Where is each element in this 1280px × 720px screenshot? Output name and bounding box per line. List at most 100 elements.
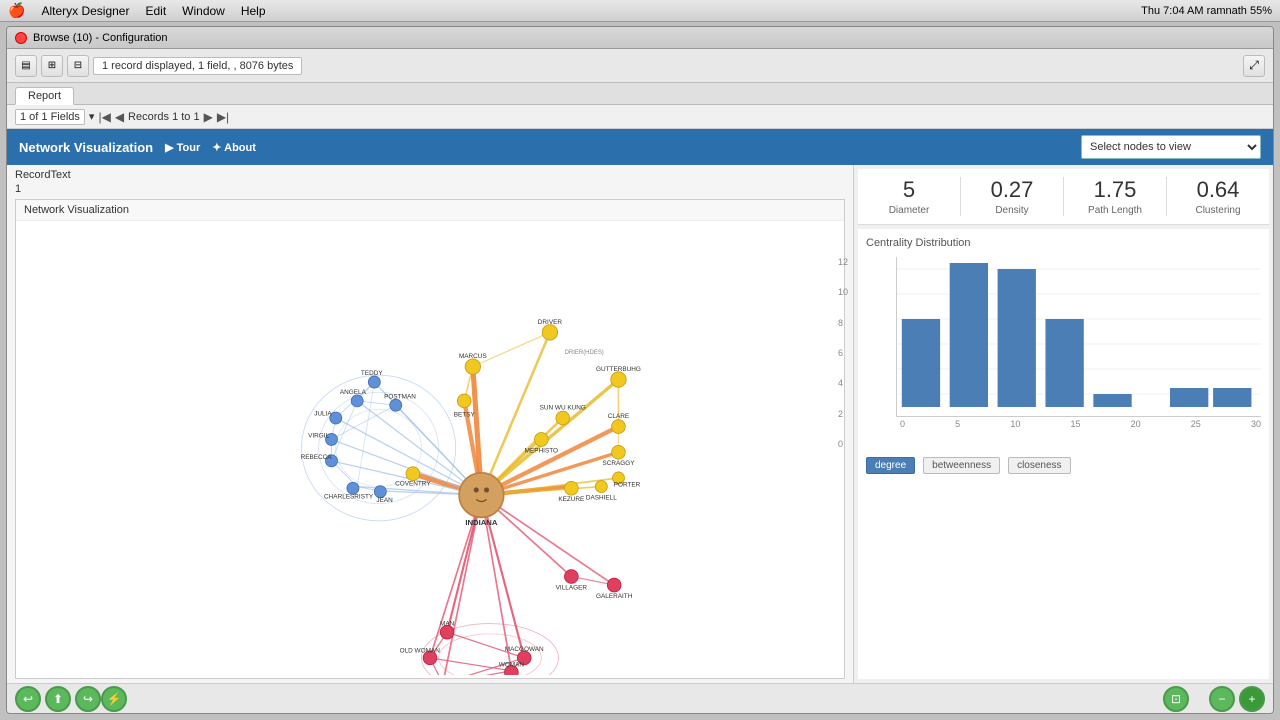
apple-menu[interactable]: 🍎 [8, 2, 25, 19]
window-title: Browse (10) - Configuration [33, 32, 168, 44]
viz-main-title: Network Visualization [19, 140, 153, 155]
toolbar-icon-2[interactable]: ⊞ [41, 55, 63, 77]
svg-text:KEZURE: KEZURE [558, 496, 584, 503]
toolbar: ▤ ⊞ ⊟ 1 record displayed, 1 field, , 807… [7, 49, 1273, 83]
bottom-btn-zoom-in[interactable]: + [1239, 686, 1265, 712]
stat-path-length-value: 1.75 [1064, 177, 1166, 203]
nav-first[interactable]: |◀ [98, 110, 110, 124]
toolbar-status: 1 record displayed, 1 field, , 8076 byte… [93, 57, 302, 75]
svg-text:OLD WOMAN: OLD WOMAN [400, 648, 441, 655]
records-range: Records 1 to 1 [128, 111, 200, 123]
svg-text:COVENTRY: COVENTRY [395, 481, 431, 488]
bottom-right-buttons: − + [1209, 686, 1265, 712]
svg-text:MAN: MAN [440, 620, 455, 627]
legend-betweenness[interactable]: betweenness [923, 457, 1000, 474]
bottom-btn-fit[interactable]: ⊡ [1163, 686, 1189, 712]
svg-text:CHARLESRISTY: CHARLESRISTY [324, 494, 374, 501]
toolbar-icon-1[interactable]: ▤ [15, 55, 37, 77]
menubar: 🍎 Alteryx Designer Edit Window Help Thu … [0, 0, 1280, 22]
stat-clustering: 0.64 Clustering [1167, 177, 1269, 216]
menu-alteryx[interactable]: Alteryx Designer [41, 4, 129, 18]
toolbar-icon-3[interactable]: ⊟ [67, 55, 89, 77]
nav-prev[interactable]: ◀ [115, 110, 124, 124]
svg-text:GUTTERBUHG: GUTTERBUHG [596, 366, 641, 373]
bottom-btn-forward[interactable]: ↪ [75, 686, 101, 712]
svg-text:WOMAN: WOMAN [499, 661, 525, 668]
svg-text:INDIANA: INDIANA [465, 518, 497, 527]
bottom-btn-up[interactable]: ⬆ [45, 686, 71, 712]
menubar-right: Thu 7:04 AM ramnath 55% [1141, 5, 1272, 17]
record-text-value: 1 [15, 183, 845, 195]
stats-row: 5 Diameter 0.27 Density 1.75 Path Length [858, 169, 1269, 225]
svg-text:DRIER(HDES): DRIER(HDES) [565, 350, 604, 356]
svg-text:ANGELA: ANGELA [340, 389, 367, 396]
legend-degree[interactable]: degree [866, 457, 915, 474]
svg-text:DRIVER: DRIVER [538, 319, 563, 326]
main-window: Browse (10) - Configuration ▤ ⊞ ⊟ 1 reco… [6, 26, 1274, 714]
bottom-btn-zoom-out[interactable]: − [1209, 686, 1235, 712]
svg-text:MEPHISTO: MEPHISTO [525, 447, 558, 454]
svg-text:GALERAITH: GALERAITH [596, 593, 633, 600]
stat-density-label: Density [961, 205, 1063, 216]
viz-container: Network Visualization [15, 199, 845, 679]
window-titlebar: Browse (10) - Configuration [7, 27, 1273, 49]
chart-svg [897, 257, 1261, 407]
dropdown-arrow[interactable]: ▾ [89, 110, 95, 123]
stat-path-length: 1.75 Path Length [1064, 177, 1166, 216]
bottom-btn-center-left[interactable]: ⚡ [101, 686, 127, 712]
nav-last[interactable]: ▶| [217, 110, 229, 124]
menu-window[interactable]: Window [182, 4, 225, 18]
stat-diameter-label: Diameter [858, 205, 960, 216]
main-content: RecordText 1 Network Visualization [7, 165, 1273, 683]
chart-legend: degree betweenness closeness [866, 457, 1261, 474]
toolbar-expand-button[interactable]: ⤢ [1243, 55, 1265, 77]
svg-text:CLARE: CLARE [608, 413, 629, 420]
menu-help[interactable]: Help [241, 4, 266, 18]
stat-diameter: 5 Diameter [858, 177, 960, 216]
stat-diameter-value: 5 [858, 177, 960, 203]
svg-text:POSTMAN: POSTMAN [384, 393, 416, 400]
system-status: Thu 7:04 AM ramnath 55% [1141, 5, 1272, 17]
window-close-button[interactable] [15, 32, 27, 44]
svg-text:BETSY: BETSY [454, 411, 476, 418]
right-panel: 5 Diameter 0.27 Density 1.75 Path Length [853, 165, 1273, 683]
svg-text:MARCUS: MARCUS [459, 353, 487, 360]
about-button[interactable]: ✦ About [212, 141, 256, 154]
stat-density: 0.27 Density [961, 177, 1063, 216]
viz-header-bar: Network Visualization ▶ Tour ✦ About Sel… [7, 129, 1273, 165]
svg-text:VIRGIL: VIRGIL [308, 433, 329, 440]
chart-y-labels: 12 10 8 6 4 2 0 [838, 257, 848, 449]
network-svg: INDIANA MARCUS DRIVER BETSY GUTTERBUHG [16, 221, 844, 675]
stat-clustering-value: 0.64 [1167, 177, 1269, 203]
legend-closeness[interactable]: closeness [1008, 457, 1070, 474]
nav-next[interactable]: ▶ [204, 110, 213, 124]
menu-edit[interactable]: Edit [145, 4, 166, 18]
svg-text:SUN WU KUNG: SUN WU KUNG [540, 404, 586, 411]
stat-density-value: 0.27 [961, 177, 1063, 203]
fields-dropdown[interactable]: 1 of 1 Fields [15, 109, 85, 125]
svg-text:REBECCA: REBECCA [301, 454, 333, 461]
bottom-toolbar: ↩ ⬆ ↪ ⚡ ⊡ − + [7, 683, 1273, 713]
bottom-left-buttons: ↩ ⬆ ↪ [15, 686, 101, 712]
tab-bar: Report [7, 83, 1273, 105]
svg-text:PORTER: PORTER [614, 482, 641, 489]
left-panel: RecordText 1 Network Visualization [7, 165, 853, 683]
viz-canvas[interactable]: INDIANA MARCUS DRIVER BETSY GUTTERBUHG [16, 221, 844, 675]
svg-text:JULIA: JULIA [314, 410, 332, 417]
tab-report[interactable]: Report [15, 87, 74, 105]
svg-text:TEDDY: TEDDY [361, 370, 383, 377]
stat-clustering-label: Clustering [1167, 205, 1269, 216]
centrality-section: Centrality Distribution 12 10 8 6 4 2 0 [858, 229, 1269, 679]
toolbar-left: ▤ ⊞ ⊟ 1 record displayed, 1 field, , 807… [15, 55, 302, 77]
bottom-btn-back[interactable]: ↩ [15, 686, 41, 712]
stat-path-length-label: Path Length [1064, 205, 1166, 216]
svg-text:SCRAGGY: SCRAGGY [602, 460, 635, 467]
svg-text:DASHIELL: DASHIELL [586, 494, 617, 501]
chart-area [896, 257, 1261, 417]
chart-x-labels: 0 5 10 15 20 25 30 [896, 419, 1261, 429]
tour-button[interactable]: ▶ Tour [165, 141, 200, 154]
nodes-select[interactable]: Select nodes to view [1081, 135, 1261, 159]
record-text-label: RecordText [15, 169, 845, 181]
svg-text:MACGOWAN: MACGOWAN [505, 646, 544, 653]
centrality-title: Centrality Distribution [866, 237, 1261, 249]
